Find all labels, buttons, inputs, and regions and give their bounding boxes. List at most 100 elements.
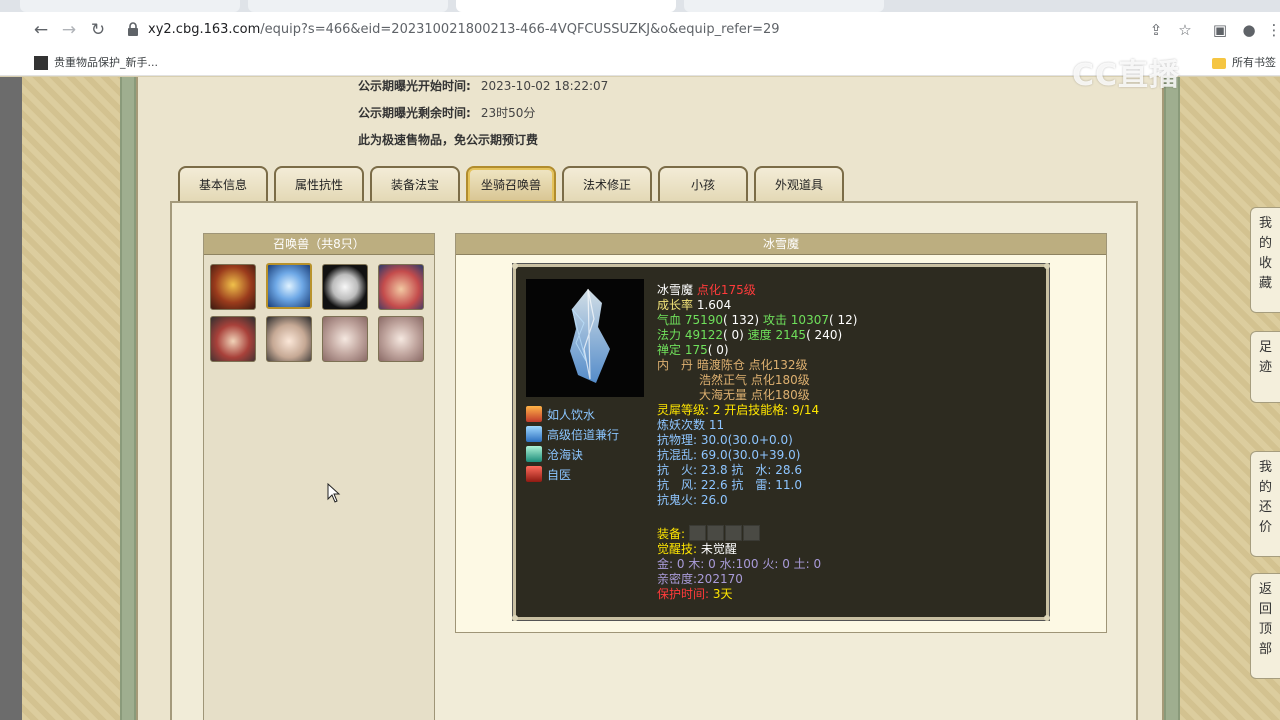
skill-name: 如人饮水 (547, 408, 596, 422)
pet-thumb-7[interactable] (322, 316, 368, 362)
card-corner (1044, 263, 1050, 269)
card-corner (512, 263, 518, 269)
star-icon[interactable]: ☆ (1175, 20, 1195, 40)
side-button-char: 我 (1258, 216, 1272, 231)
refine-count: 炼妖次数 11 (657, 418, 725, 432)
side-button-char: 还 (1258, 500, 1272, 515)
tab-child[interactable]: 小孩 (658, 166, 748, 202)
side-button-char: 返 (1258, 582, 1272, 597)
pet-thumb-4[interactable] (378, 264, 424, 310)
mp-value: 49122 (684, 328, 724, 342)
pet-thumb-8[interactable] (378, 316, 424, 362)
all-bookmarks[interactable]: 所有书签 (1212, 54, 1276, 70)
skill-icon (526, 406, 542, 422)
equip-label: 装备: (657, 527, 686, 541)
resist-fire-water: 抗 火: 23.8 抗 水: 28.6 (657, 463, 802, 477)
side-button-char: 回 (1258, 602, 1272, 617)
skill-item[interactable]: 高级倍道兼行 (526, 425, 619, 445)
skill-name: 沧海诀 (547, 448, 584, 462)
share-icon[interactable]: ⇪ (1146, 20, 1166, 40)
notice-key: 公示期曝光剩余时间: (358, 106, 471, 120)
tab-spell-correction[interactable]: 法术修正 (562, 166, 652, 202)
equip-slot[interactable] (742, 525, 760, 541)
browser-tab-strip (0, 0, 1280, 12)
notice-value: 2023-10-02 18:22:07 (480, 79, 609, 93)
lock-icon (128, 22, 138, 36)
side-button-char: 藏 (1258, 276, 1272, 291)
side-button-back-to-top[interactable]: 返回顶部 (1250, 573, 1280, 679)
address-bar[interactable]: xy2.cbg.163.com/equip?s=466&eid=20231002… (116, 17, 1136, 43)
equip-slot[interactable] (706, 525, 724, 541)
tab-basic-info[interactable]: 基本信息 (178, 166, 268, 202)
browser-tab[interactable] (684, 0, 884, 12)
pet-list: 召唤兽（共8只） (203, 233, 435, 720)
skill-icon (526, 446, 542, 462)
forward-icon[interactable]: → (58, 19, 80, 41)
mp-bonus: ( 0) (723, 328, 744, 342)
pet-thumb-5[interactable] (210, 316, 256, 362)
url-host: xy2.cbg.163.com (148, 22, 261, 37)
profile-icon[interactable]: ● (1239, 20, 1259, 40)
border-strip-left (120, 77, 136, 720)
tab-equipment[interactable]: 装备法宝 (370, 166, 460, 202)
back-icon[interactable]: ← (30, 19, 52, 41)
sidepanel-icon[interactable]: ▣ (1210, 20, 1230, 40)
atk-value: 10307 (790, 313, 829, 327)
notice-value: 23时50分 (480, 106, 536, 120)
tab-panel: 召唤兽（共8只） 冰雪魔 如人饮水 高级倍道兼行 沧海诀 自医 冰雪魔 点化17… (170, 201, 1138, 720)
side-button-favorites[interactable]: 我的收藏 (1250, 207, 1280, 313)
bookmark-item[interactable]: 贵重物品保护_新手... (34, 54, 158, 70)
skill-name: 自医 (547, 468, 572, 482)
pet-thumb-3[interactable] (322, 264, 368, 310)
tab-appearance[interactable]: 外观道具 (754, 166, 844, 202)
skill-item[interactable]: 自医 (526, 465, 619, 485)
card-corner (512, 615, 518, 621)
growth-value: 1.604 (696, 298, 732, 312)
side-button-counteroffers[interactable]: 我的还价 (1250, 451, 1280, 557)
pet-detail-title: 冰雪魔 (456, 234, 1106, 255)
browser-tab[interactable] (248, 0, 448, 12)
pet-level: 点化175级 (696, 283, 756, 297)
equip-slot[interactable] (688, 525, 706, 541)
skill-item[interactable]: 如人饮水 (526, 405, 619, 425)
tab-attributes[interactable]: 属性抗性 (274, 166, 364, 202)
main-content: 公示期曝光开始时间: 2023-10-02 18:22:07 公示期曝光剩余时间:… (136, 77, 1164, 720)
skill-item[interactable]: 沧海诀 (526, 445, 619, 465)
side-button-char: 价 (1258, 520, 1272, 535)
hp-value: 75190 (684, 313, 724, 327)
notice-start-time: 公示期曝光开始时间: 2023-10-02 18:22:07 (358, 77, 608, 94)
background-pattern-left (22, 77, 120, 720)
mouse-cursor-icon (327, 483, 341, 503)
pet-name: 冰雪魔 (657, 283, 694, 297)
tab-mounts-pets[interactable]: 坐骑召唤兽 (466, 166, 556, 202)
hp-bonus: ( 132) (723, 313, 760, 327)
menu-icon[interactable]: ⋮ (1264, 20, 1280, 40)
side-button-char: 我 (1258, 460, 1272, 475)
url-path: /equip?s=466&eid=202310021800213-466-4VQ… (260, 22, 780, 37)
stream-watermark: CC直播 (1072, 58, 1181, 93)
inner-label: 内 丹 (657, 358, 694, 372)
pet-thumb-1[interactable] (210, 264, 256, 310)
spirit-level: 灵犀等级: 2 开启技能格: 9/14 (657, 403, 820, 417)
reload-icon[interactable]: ↻ (87, 19, 109, 41)
protect-value: 3天 (712, 587, 733, 601)
side-button-char: 部 (1258, 642, 1272, 657)
pet-thumb-2-selected[interactable] (266, 263, 312, 309)
side-button-history[interactable]: 足迹 (1250, 331, 1280, 403)
side-button-label: 返回顶部 (1251, 580, 1280, 660)
spd-value: 2145 (775, 328, 807, 342)
pet-skills: 如人饮水 高级倍道兼行 沧海诀 自医 (526, 405, 619, 485)
pet-list-title: 召唤兽（共8只） (204, 234, 434, 255)
side-button-char: 顶 (1258, 622, 1272, 637)
equip-slot[interactable] (724, 525, 742, 541)
side-button-char: 足 (1258, 340, 1272, 355)
resist-chaos: 抗混乱: 69.0(30.0+39.0) (657, 448, 801, 462)
notice-key: 公示期曝光开始时间: (358, 79, 471, 93)
browser-tab-active[interactable] (456, 0, 676, 12)
ice-crystal-icon (570, 288, 610, 383)
side-button-label: 我的收藏 (1251, 214, 1280, 294)
browser-tab[interactable] (20, 0, 240, 12)
all-bookmarks-label: 所有书签 (1232, 56, 1276, 69)
pet-thumb-6[interactable] (266, 316, 312, 362)
url-text: xy2.cbg.163.com/equip?s=466&eid=20231002… (148, 22, 780, 37)
